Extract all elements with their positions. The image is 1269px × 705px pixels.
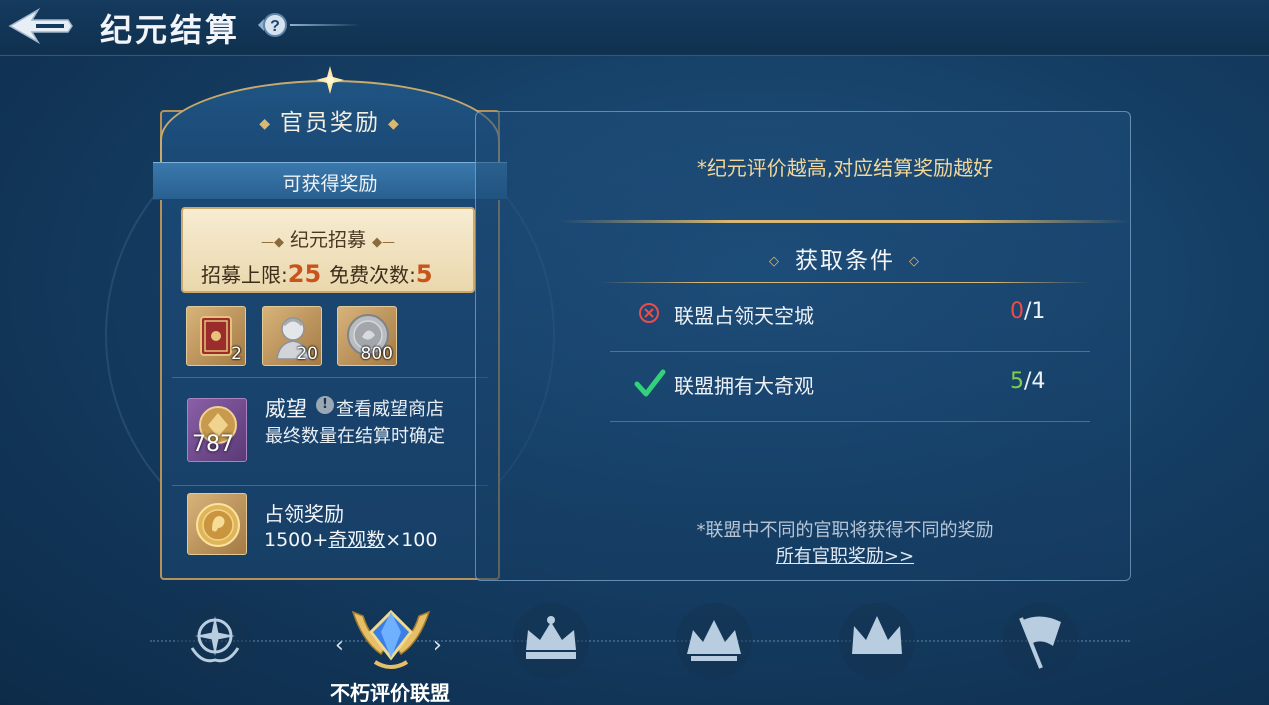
tier-crown-simple[interactable] — [834, 598, 920, 684]
reward-item-book[interactable]: 2 — [186, 306, 246, 366]
condition-divider — [610, 351, 1090, 352]
card-title-text: 官员奖励 — [280, 110, 380, 136]
diamond-ornament-icon: ◆ — [259, 115, 272, 132]
prestige-count: 787 — [192, 432, 234, 457]
recruit-title: —◆ 纪元招募 ◆— — [181, 225, 475, 252]
ornate-crown-icon — [513, 603, 589, 679]
ribbon-label: 可获得奖励 — [282, 173, 378, 195]
star-ornament-icon — [316, 66, 344, 94]
winged-diamond-icon — [351, 609, 431, 669]
info-alert-icon[interactable]: ! — [316, 396, 334, 414]
tier-crown-ornate[interactable] — [508, 598, 594, 684]
progress-current: 5 — [1010, 369, 1024, 394]
recruit-limit-label: 招募上限: — [201, 263, 288, 287]
condition-progress: 5/4 — [1010, 369, 1045, 394]
back-button[interactable] — [6, 6, 76, 46]
item-count: 800 — [360, 344, 393, 364]
conditions-divider — [600, 282, 1090, 283]
occupy-reward-title: 占领奖励 — [264, 502, 344, 526]
tier-crown-spiked[interactable] — [671, 598, 757, 684]
occupy-reward-formula: 1500+奇观数×100 — [264, 525, 437, 552]
flag-icon — [1002, 603, 1078, 679]
occupy-multiplier: ×100 — [385, 529, 438, 551]
selected-tier-name: 不朽评价联盟 — [330, 681, 450, 705]
item-count: 2 — [231, 344, 242, 364]
compass-emblem-icon — [177, 603, 253, 679]
back-arrow-icon — [8, 7, 73, 45]
card-title: ◆ 官员奖励 ◆ — [160, 103, 500, 137]
gold-divider — [560, 220, 1130, 223]
simple-crown-icon — [839, 603, 915, 679]
recruit-stats: 招募上限:25 免费次数:5 — [201, 259, 441, 288]
free-count-label: 免费次数: — [329, 263, 416, 287]
condition-label: 联盟占领天空城 — [674, 304, 814, 328]
tier-next-arrow[interactable]: › — [433, 633, 442, 658]
recruit-limit-value: 25 — [287, 260, 322, 288]
diamond-ornament-icon: ◆ — [388, 115, 401, 132]
occupy-reward-icon[interactable] — [187, 493, 247, 555]
recruit-title-text: 纪元招募 — [289, 229, 366, 251]
gold-coin-icon — [196, 503, 240, 547]
prestige-description: 最终数量在结算时确定 — [265, 426, 445, 447]
diamond-ornament-icon: ◇ — [769, 254, 781, 269]
prestige-name: 威望 — [265, 397, 307, 421]
conditions-title: ◇ 获取条件 ◇ — [560, 241, 1130, 275]
condition-label: 联盟拥有大奇观 — [674, 374, 814, 398]
condition-progress: 0/1 — [1010, 299, 1045, 324]
tier-compass[interactable] — [172, 598, 258, 684]
all-rank-rewards-link[interactable]: 所有官职奖励>> — [560, 542, 1130, 568]
reward-item-statue[interactable]: 20 — [262, 306, 322, 366]
occupy-base: 1500+ — [264, 529, 329, 551]
ornament-right-icon: ◆— — [372, 235, 395, 250]
conditions-panel — [475, 111, 1131, 581]
era-tip: *纪元评价越高,对应结算奖励越好 — [696, 156, 994, 180]
page-title: 纪元结算 — [100, 11, 241, 49]
tier-immortal-selected[interactable] — [345, 592, 437, 684]
tier-track — [150, 640, 1130, 642]
diamond-ornament-icon: ◇ — [909, 254, 921, 269]
reward-item-coin[interactable]: 800 — [337, 306, 397, 366]
spiked-crown-icon — [676, 603, 752, 679]
prestige-shop-link[interactable]: 查看威望商店 — [336, 395, 444, 421]
ornament-left-icon: —◆ — [260, 235, 284, 250]
svg-text:?: ? — [270, 18, 280, 35]
help-icon: ? — [258, 13, 287, 37]
wonder-count-link[interactable]: 奇观数 — [328, 529, 385, 551]
free-count-value: 5 — [415, 260, 433, 288]
progress-total: /1 — [1024, 299, 1046, 324]
condition-divider — [610, 421, 1090, 422]
check-icon — [634, 369, 666, 397]
row-divider — [172, 485, 488, 486]
item-count: 20 — [296, 344, 318, 364]
progress-current: 0 — [1010, 299, 1024, 324]
tier-prev-arrow[interactable]: ‹ — [335, 633, 344, 658]
progress-total: /4 — [1024, 369, 1046, 394]
title-divider — [290, 24, 360, 26]
tier-flag[interactable] — [997, 598, 1083, 684]
conditions-title-text: 获取条件 — [795, 248, 895, 274]
rank-note: *联盟中不同的官职将获得不同的奖励 — [696, 520, 994, 541]
row-divider — [172, 377, 488, 378]
fail-x-icon — [639, 303, 659, 323]
help-button[interactable]: ? — [256, 11, 290, 39]
